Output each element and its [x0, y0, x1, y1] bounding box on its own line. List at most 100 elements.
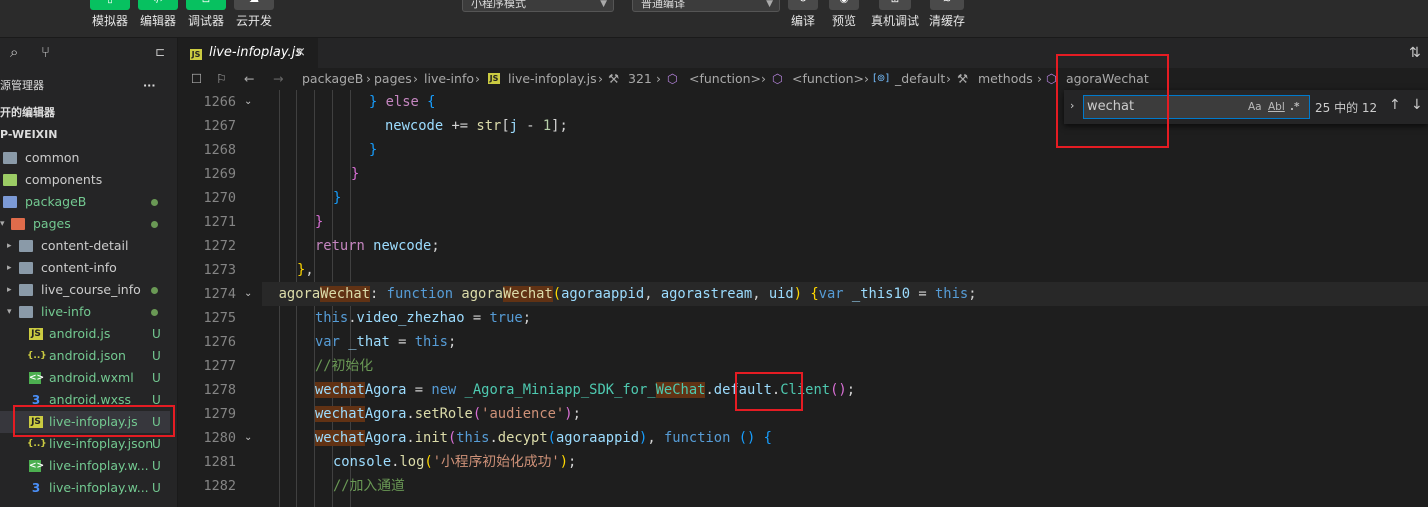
tree-folder-live-info[interactable]: ▾ live-info: [0, 301, 170, 323]
folder-icon: [3, 152, 17, 164]
line-number: 1282: [203, 478, 236, 494]
breadcrumb-item[interactable]: _default: [895, 68, 945, 90]
clear-cache-button[interactable]: ≋清缓存: [926, 0, 968, 28]
tree-file-live-infoplay-wxss[interactable]: 3 live-infoplay.w... U: [0, 477, 170, 499]
close-icon[interactable]: ×: [295, 45, 306, 60]
refresh-icon: ↻: [788, 0, 818, 10]
tree-folder-content-detail[interactable]: ▸ content-detail: [0, 235, 170, 257]
code-line: }: [369, 142, 378, 158]
js-file-icon: JS: [29, 328, 43, 340]
tab-live-infoplay-js[interactable]: JS live-infoplay.js ×: [178, 38, 318, 68]
chevron-right-icon: ›: [864, 71, 869, 86]
breadcrumb-item[interactable]: packageB: [302, 68, 363, 90]
js-file-icon: JS: [190, 49, 202, 60]
breadcrumb-item[interactable]: live-infoplay.js: [508, 68, 597, 90]
tree-folder-packageB[interactable]: packageB: [0, 191, 170, 213]
chevron-down-icon[interactable]: ⌄: [244, 90, 252, 114]
chevron-down-icon[interactable]: ⌄: [244, 282, 252, 306]
annotation-highlight-box: [735, 372, 803, 411]
real-device-debug-button[interactable]: ⊞真机调试: [868, 0, 922, 28]
wxml-file-icon: <>: [29, 372, 45, 384]
cloud-icon: ☁: [234, 0, 274, 10]
debugger-button[interactable]: ⊟调试器: [186, 0, 226, 28]
breadcrumb: ☐ ⚐ ← → packageB › pages › live-info › J…: [178, 68, 1428, 90]
chevron-down-icon[interactable]: ⌄: [244, 426, 252, 450]
code-line: } else {: [369, 94, 436, 110]
code-line: wechatAgora.init(this.decypt(agoraappid)…: [315, 430, 772, 446]
line-number: 1272: [203, 238, 236, 254]
line-number: 1277: [203, 358, 236, 374]
cloud-dev-button[interactable]: ☁云开发: [234, 0, 274, 28]
tree-file-android-json[interactable]: {..} android.json U: [0, 345, 170, 367]
breadcrumb-item[interactable]: <function>: [792, 68, 864, 90]
code-line: }: [315, 214, 324, 230]
open-editors-header[interactable]: 开的编辑器: [0, 102, 178, 124]
collapse-panel-icon[interactable]: ⊏: [155, 44, 165, 60]
split-editor-icon[interactable]: ⇅: [1409, 45, 1421, 61]
whole-word-icon[interactable]: Abl: [1268, 96, 1285, 118]
breadcrumb-item[interactable]: <function>: [689, 68, 761, 90]
match-case-icon[interactable]: Aa: [1248, 96, 1262, 118]
line-number: 1267: [203, 118, 236, 134]
breadcrumb-item[interactable]: methods: [978, 68, 1033, 90]
tree-folder-components[interactable]: components: [0, 169, 170, 191]
tree-file-android-wxml[interactable]: <> android.wxml U: [0, 367, 170, 389]
search-icon[interactable]: ⌕: [10, 44, 18, 60]
tree-folder-common[interactable]: common: [0, 147, 170, 169]
breadcrumb-item[interactable]: 321: [628, 68, 652, 90]
preview-button[interactable]: ◉预览: [826, 0, 862, 28]
bookmark-flag-icon[interactable]: ⚐: [216, 68, 227, 90]
tree-folder-content-info[interactable]: ▸ content-info: [0, 257, 170, 279]
breadcrumb-item[interactable]: pages: [374, 68, 412, 90]
modified-dot: [151, 309, 158, 316]
tree-folder-live-course-info[interactable]: ▸ live_course_info: [0, 279, 170, 301]
folder-icon: [19, 284, 33, 296]
modified-dot: [151, 199, 158, 206]
modified-dot: [151, 287, 158, 294]
line-number: 1268: [203, 142, 236, 158]
bookmark-icon[interactable]: ☐: [191, 68, 202, 90]
arrow-down-icon[interactable]: ↓: [1411, 97, 1423, 113]
more-actions-icon[interactable]: ···: [143, 75, 156, 97]
chevron-down-icon: ▼: [766, 0, 773, 9]
tree-folder-pages[interactable]: ▾ pages: [0, 213, 170, 235]
variable-icon: [⊚]: [873, 73, 890, 84]
wxml-file-icon: <>: [29, 460, 45, 472]
folder-open-icon: [19, 306, 33, 318]
code-line: var _that = this;: [315, 334, 457, 350]
compile-select[interactable]: 普通编译 ▼: [632, 0, 780, 12]
breadcrumb-item[interactable]: live-info: [424, 68, 474, 90]
code-editor[interactable]: } else { newcode += str[j - 1]; } } } } …: [262, 90, 1428, 507]
chevron-right-icon: ›: [475, 71, 480, 86]
layers-icon: ≋: [930, 0, 964, 10]
chevron-right-icon: ›: [1037, 71, 1042, 86]
code-line: return newcode;: [315, 238, 440, 254]
line-number: 1271: [203, 214, 236, 230]
forward-arrow-icon[interactable]: →: [273, 68, 283, 90]
explorer-title: 源管理器 ···: [0, 75, 178, 97]
tree-file-android-js[interactable]: JS android.js U: [0, 323, 170, 345]
chevron-down-icon: ▾: [7, 307, 12, 317]
line-number: 1280: [203, 430, 236, 446]
mode-select[interactable]: 小程序模式 ▼: [462, 0, 614, 12]
match-count: 25 中的 12: [1315, 101, 1378, 115]
arrow-up-icon[interactable]: ↑: [1389, 97, 1401, 113]
code-line: wechatAgora.setRole('audience');: [315, 406, 581, 422]
debug-icon: ⊟: [186, 0, 226, 10]
chevron-right-icon: ›: [413, 71, 418, 86]
line-number: 1274: [203, 286, 236, 302]
code-line: console.log('小程序初始化成功');: [333, 454, 577, 470]
source-control-icon[interactable]: ⑂: [41, 44, 50, 60]
back-arrow-icon[interactable]: ←: [244, 68, 254, 90]
tree-file-live-infoplay-wxml[interactable]: <> live-infoplay.w... U: [0, 455, 170, 477]
compile-button[interactable]: ↻编译: [785, 0, 821, 28]
device-debug-icon: ⊞: [879, 0, 911, 10]
regex-icon[interactable]: .*: [1290, 96, 1299, 118]
simulator-button[interactable]: ▯模拟器: [90, 0, 130, 28]
chevron-down-icon: ▾: [0, 219, 5, 229]
editor-button[interactable]: ‹/›编辑器: [138, 0, 178, 28]
code-line: agoraWechat: function agoraWechat(agoraa…: [262, 282, 1428, 306]
code-line: //初始化: [315, 358, 374, 374]
project-header[interactable]: P-WEIXIN: [0, 124, 178, 146]
code-line: }: [333, 190, 342, 206]
